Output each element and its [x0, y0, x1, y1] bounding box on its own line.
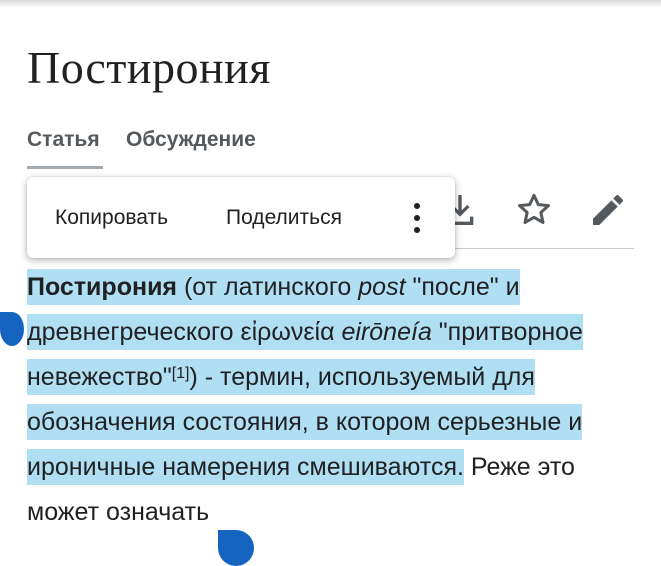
lead-paragraph: Постирония (от латинского post "после" и…	[27, 265, 627, 535]
article-content: Постирония (от латинского post "после" и…	[27, 265, 627, 535]
reference-link[interactable]: [1]	[172, 365, 190, 382]
copy-button[interactable]: Копировать	[55, 205, 168, 231]
greek-word: εἰρωνεία	[240, 318, 335, 346]
tab-article[interactable]: Статья	[27, 126, 100, 154]
text-selection-menu: Копировать Поделиться	[27, 177, 455, 258]
more-vertical-icon[interactable]	[402, 199, 432, 237]
transliteration: eirōneía	[341, 318, 432, 346]
edit-icon[interactable]	[588, 190, 628, 230]
tab-talk[interactable]: Обсуждение	[126, 126, 256, 154]
latin-word: post	[358, 273, 406, 301]
active-tab-indicator	[27, 166, 103, 169]
selection-start-handle[interactable]	[0, 312, 24, 346]
page-title: Постирония	[27, 42, 271, 93]
share-button[interactable]: Поделиться	[226, 205, 342, 231]
term-bold: Постирония	[27, 273, 178, 301]
selection-end-handle[interactable]	[218, 530, 254, 566]
top-shadow	[0, 0, 661, 8]
star-icon[interactable]	[514, 190, 554, 230]
